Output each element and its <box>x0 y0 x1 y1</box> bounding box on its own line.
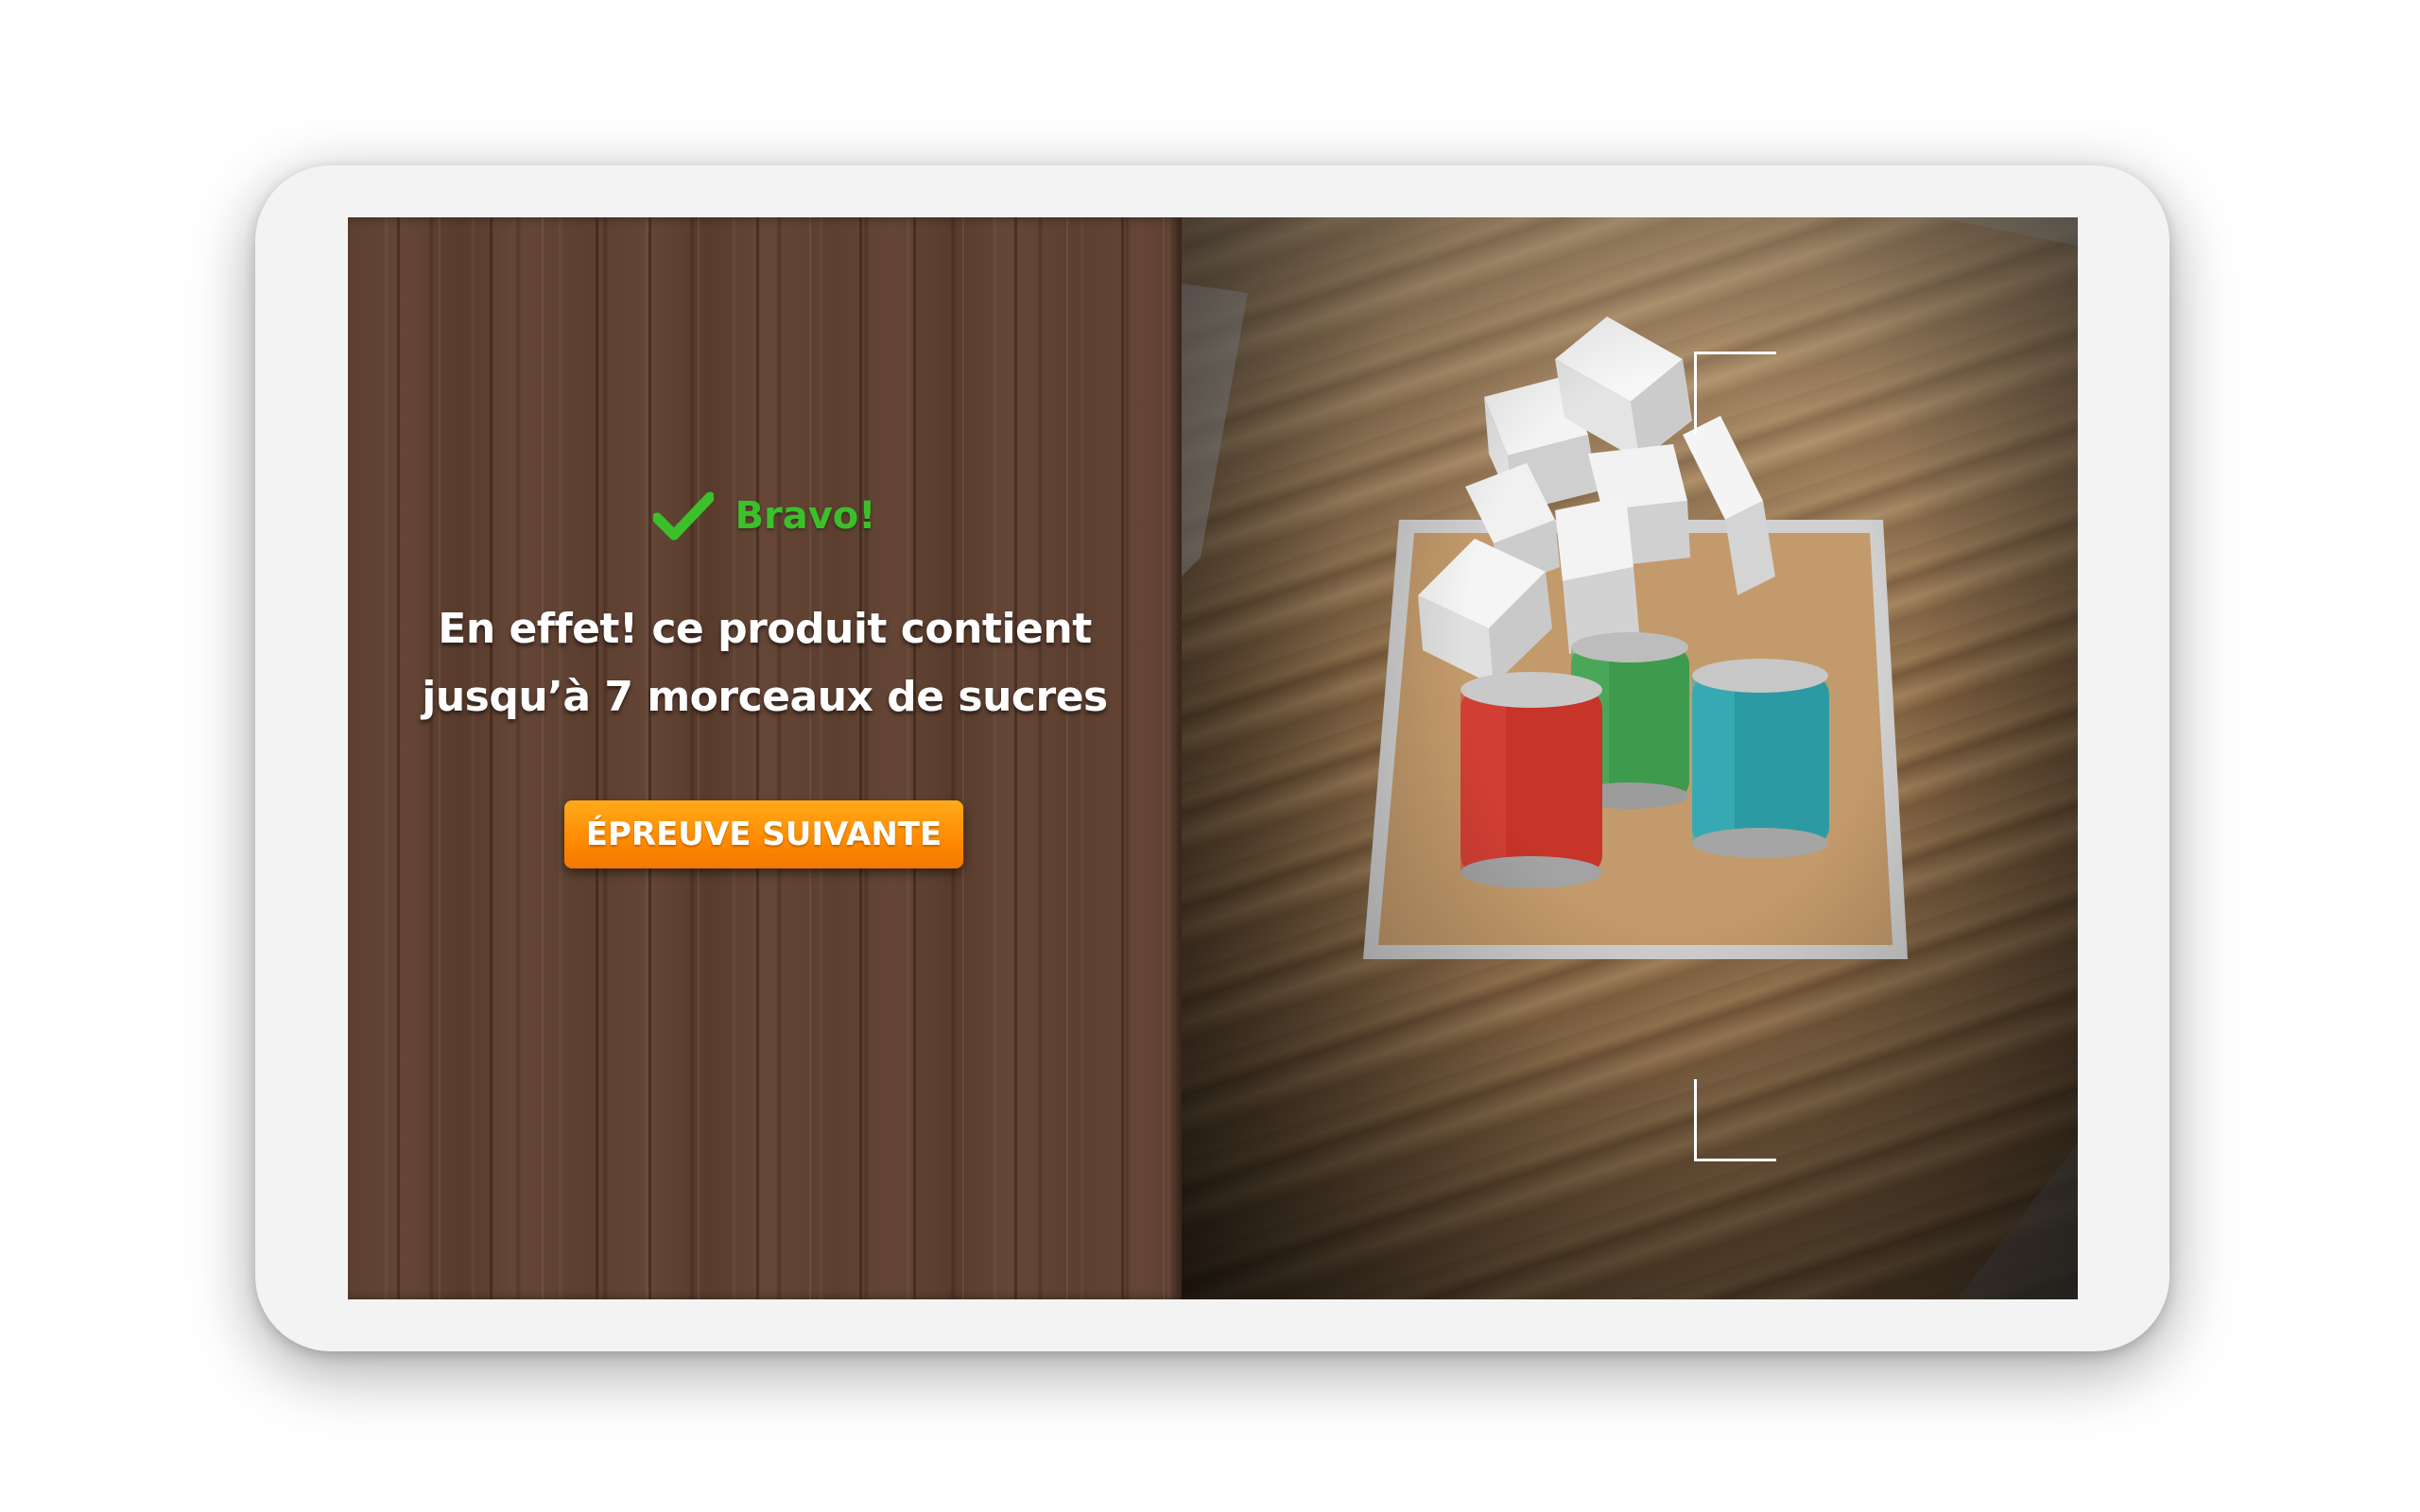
feedback-panel: Bravo! En effet! ce produit contient jus… <box>348 217 1182 1299</box>
check-icon <box>653 491 715 541</box>
message-line-2: jusqu’à 7 morceaux de sucres <box>422 673 1108 721</box>
scan-frame-top-left <box>1694 352 1776 434</box>
tablet-frame: Bravo! En effet! ce produit contient jus… <box>255 165 2169 1351</box>
game-screen: Bravo! En effet! ce produit contient jus… <box>348 217 2078 1299</box>
scan-frame-bottom-left <box>1694 1079 1776 1161</box>
wood-panel: Bravo! En effet! ce produit contient jus… <box>348 217 1182 1299</box>
ar-camera-view <box>1182 217 2078 1299</box>
result-message: En effet! ce produit contient jusqu’à 7 … <box>405 595 1125 731</box>
success-status: Bravo! <box>348 491 1182 541</box>
message-line-1: En effet! ce produit contient <box>438 605 1092 653</box>
success-label: Bravo! <box>735 494 876 538</box>
next-challenge-button[interactable]: ÉPREUVE SUIVANTE <box>564 800 963 868</box>
